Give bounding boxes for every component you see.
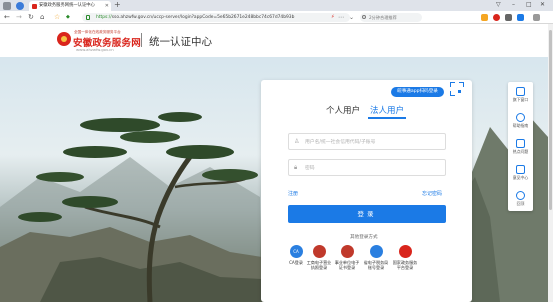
- maximize-button[interactable]: □: [526, 0, 532, 10]
- lightning-icon[interactable]: ⚡: [331, 13, 335, 22]
- more-icon[interactable]: ⋯: [338, 13, 344, 22]
- institution-certificate-login-label: 事业单位电子证书登录: [334, 260, 360, 271]
- provincial-platform-login-label: 省电子税务局账号登录: [363, 260, 389, 271]
- password-field[interactable]: 🔒︎: [288, 159, 446, 176]
- url-bar[interactable]: https://sso.ahzwfw.gov.cn/uccp-server/lo…: [82, 13, 350, 22]
- header-divider: [141, 33, 142, 47]
- provincial-platform-icon: [369, 245, 383, 258]
- national-platform-login-label: 国家政务服务平台登录: [392, 260, 418, 271]
- chevron-down-icon[interactable]: ⌄: [349, 13, 354, 22]
- feedback-icon: [516, 165, 525, 174]
- site-logo-emblem-icon[interactable]: [57, 32, 71, 46]
- business-license-login-label: 工商电子营业执照登录: [306, 260, 332, 271]
- favorite-icon[interactable]: ☆: [54, 13, 60, 22]
- float-item-faq[interactable]: 热点问题: [508, 136, 533, 162]
- float-label: 意见中心: [512, 175, 529, 180]
- browser-menu-button-icon[interactable]: [533, 14, 540, 21]
- lock-icon: 🔒︎: [294, 164, 298, 171]
- float-label: 旗下窗口: [512, 97, 529, 102]
- float-item-top[interactable]: 回顶: [508, 188, 533, 214]
- site-favicon-icon: [32, 4, 37, 9]
- institution-certificate-login-option[interactable]: 事业单位电子证书登录: [333, 245, 361, 271]
- institution-certificate-icon: [340, 245, 354, 258]
- close-window-button[interactable]: ✕: [540, 0, 545, 10]
- extension-icon-4[interactable]: [517, 14, 524, 21]
- forgot-password-link[interactable]: 忘记密码: [422, 190, 442, 197]
- ca-icon: CA: [289, 245, 303, 258]
- home-button[interactable]: ⌂: [40, 13, 44, 22]
- reload-button[interactable]: ↻: [28, 13, 34, 22]
- tab-title: 安徽政务服务网统一认证中心: [39, 3, 95, 8]
- tab-close-icon[interactable]: ✕: [105, 1, 109, 11]
- browser-profile-icon[interactable]: [16, 2, 24, 10]
- url-text: sso.ahzwfw.gov.cn/uccp-server/login?appC…: [111, 15, 295, 20]
- help-icon: [516, 113, 525, 122]
- user-icon: ♙: [294, 138, 300, 145]
- lock-icon: [86, 15, 90, 20]
- extension-icon-1[interactable]: [481, 14, 488, 21]
- extension-icon-2[interactable]: [493, 14, 500, 21]
- float-label: 帮助指南: [512, 123, 529, 128]
- other-login-methods-title: 其他登录方式: [350, 235, 378, 240]
- national-platform-login-option[interactable]: 国家政务服务平台登录: [391, 245, 419, 271]
- browser-menu-icon[interactable]: [3, 2, 11, 10]
- page-title: 统一认证中心: [149, 36, 212, 48]
- active-tab[interactable]: 安徽政务服务网统一认证中心 ✕: [29, 1, 111, 11]
- search-text: 2分钟合理推荐: [369, 15, 397, 20]
- new-tab-button[interactable]: +: [114, 0, 121, 10]
- username-field[interactable]: ♙: [288, 133, 446, 150]
- url-scheme: https://: [96, 15, 112, 20]
- security-shield-icon[interactable]: ◆: [66, 13, 70, 22]
- minimize-button[interactable]: –: [512, 0, 515, 10]
- logo-url: www.ahzwfw.gov.cn: [76, 47, 114, 52]
- float-item-help[interactable]: 帮助指南: [508, 110, 533, 136]
- search-icon: [362, 15, 366, 19]
- address-toolbar: ← → ↻ ⌂ ☆ ◆ https://sso.ahzwfw.gov.cn/uc…: [0, 11, 553, 24]
- browser-search-box[interactable]: 2分钟合理推荐: [360, 13, 422, 22]
- app-scan-login-button[interactable]: 皖事通app扫码登录: [391, 87, 444, 97]
- hall-icon: [516, 87, 525, 96]
- page-scrollbar[interactable]: [548, 24, 553, 302]
- float-item-feedback[interactable]: 意见中心: [508, 162, 533, 188]
- register-link[interactable]: 注册: [288, 190, 298, 197]
- national-platform-icon: [398, 245, 412, 258]
- login-button[interactable]: 登录: [288, 205, 446, 223]
- provincial-platform-login-option[interactable]: 省电子税务局账号登录: [362, 245, 390, 271]
- active-tab-underline: [368, 117, 406, 119]
- scrollbar-thumb[interactable]: [549, 30, 552, 210]
- forward-button[interactable]: →: [16, 13, 22, 22]
- tab-personal-user[interactable]: 个人用户: [326, 104, 360, 116]
- float-item-hall[interactable]: 旗下窗口: [508, 84, 533, 110]
- extension-icon-3[interactable]: [505, 14, 512, 21]
- shirt-icon[interactable]: ▽: [496, 0, 501, 10]
- back-button[interactable]: ←: [4, 13, 10, 22]
- qr-code-toggle-icon[interactable]: [450, 82, 464, 96]
- business-license-login-option[interactable]: 工商电子营业执照登录: [305, 245, 333, 271]
- password-input[interactable]: [305, 162, 443, 174]
- business-license-icon: [312, 245, 326, 258]
- browser-tab-bar: 安徽政务服务网统一认证中心 ✕ + ▽ – □ ✕: [0, 0, 553, 11]
- float-label: 热点问题: [512, 149, 529, 154]
- top-icon: [516, 191, 525, 200]
- tab-legal-user[interactable]: 法人用户: [370, 104, 404, 116]
- faq-icon: [516, 139, 525, 148]
- username-input[interactable]: [305, 136, 443, 148]
- float-label: 回顶: [516, 201, 525, 206]
